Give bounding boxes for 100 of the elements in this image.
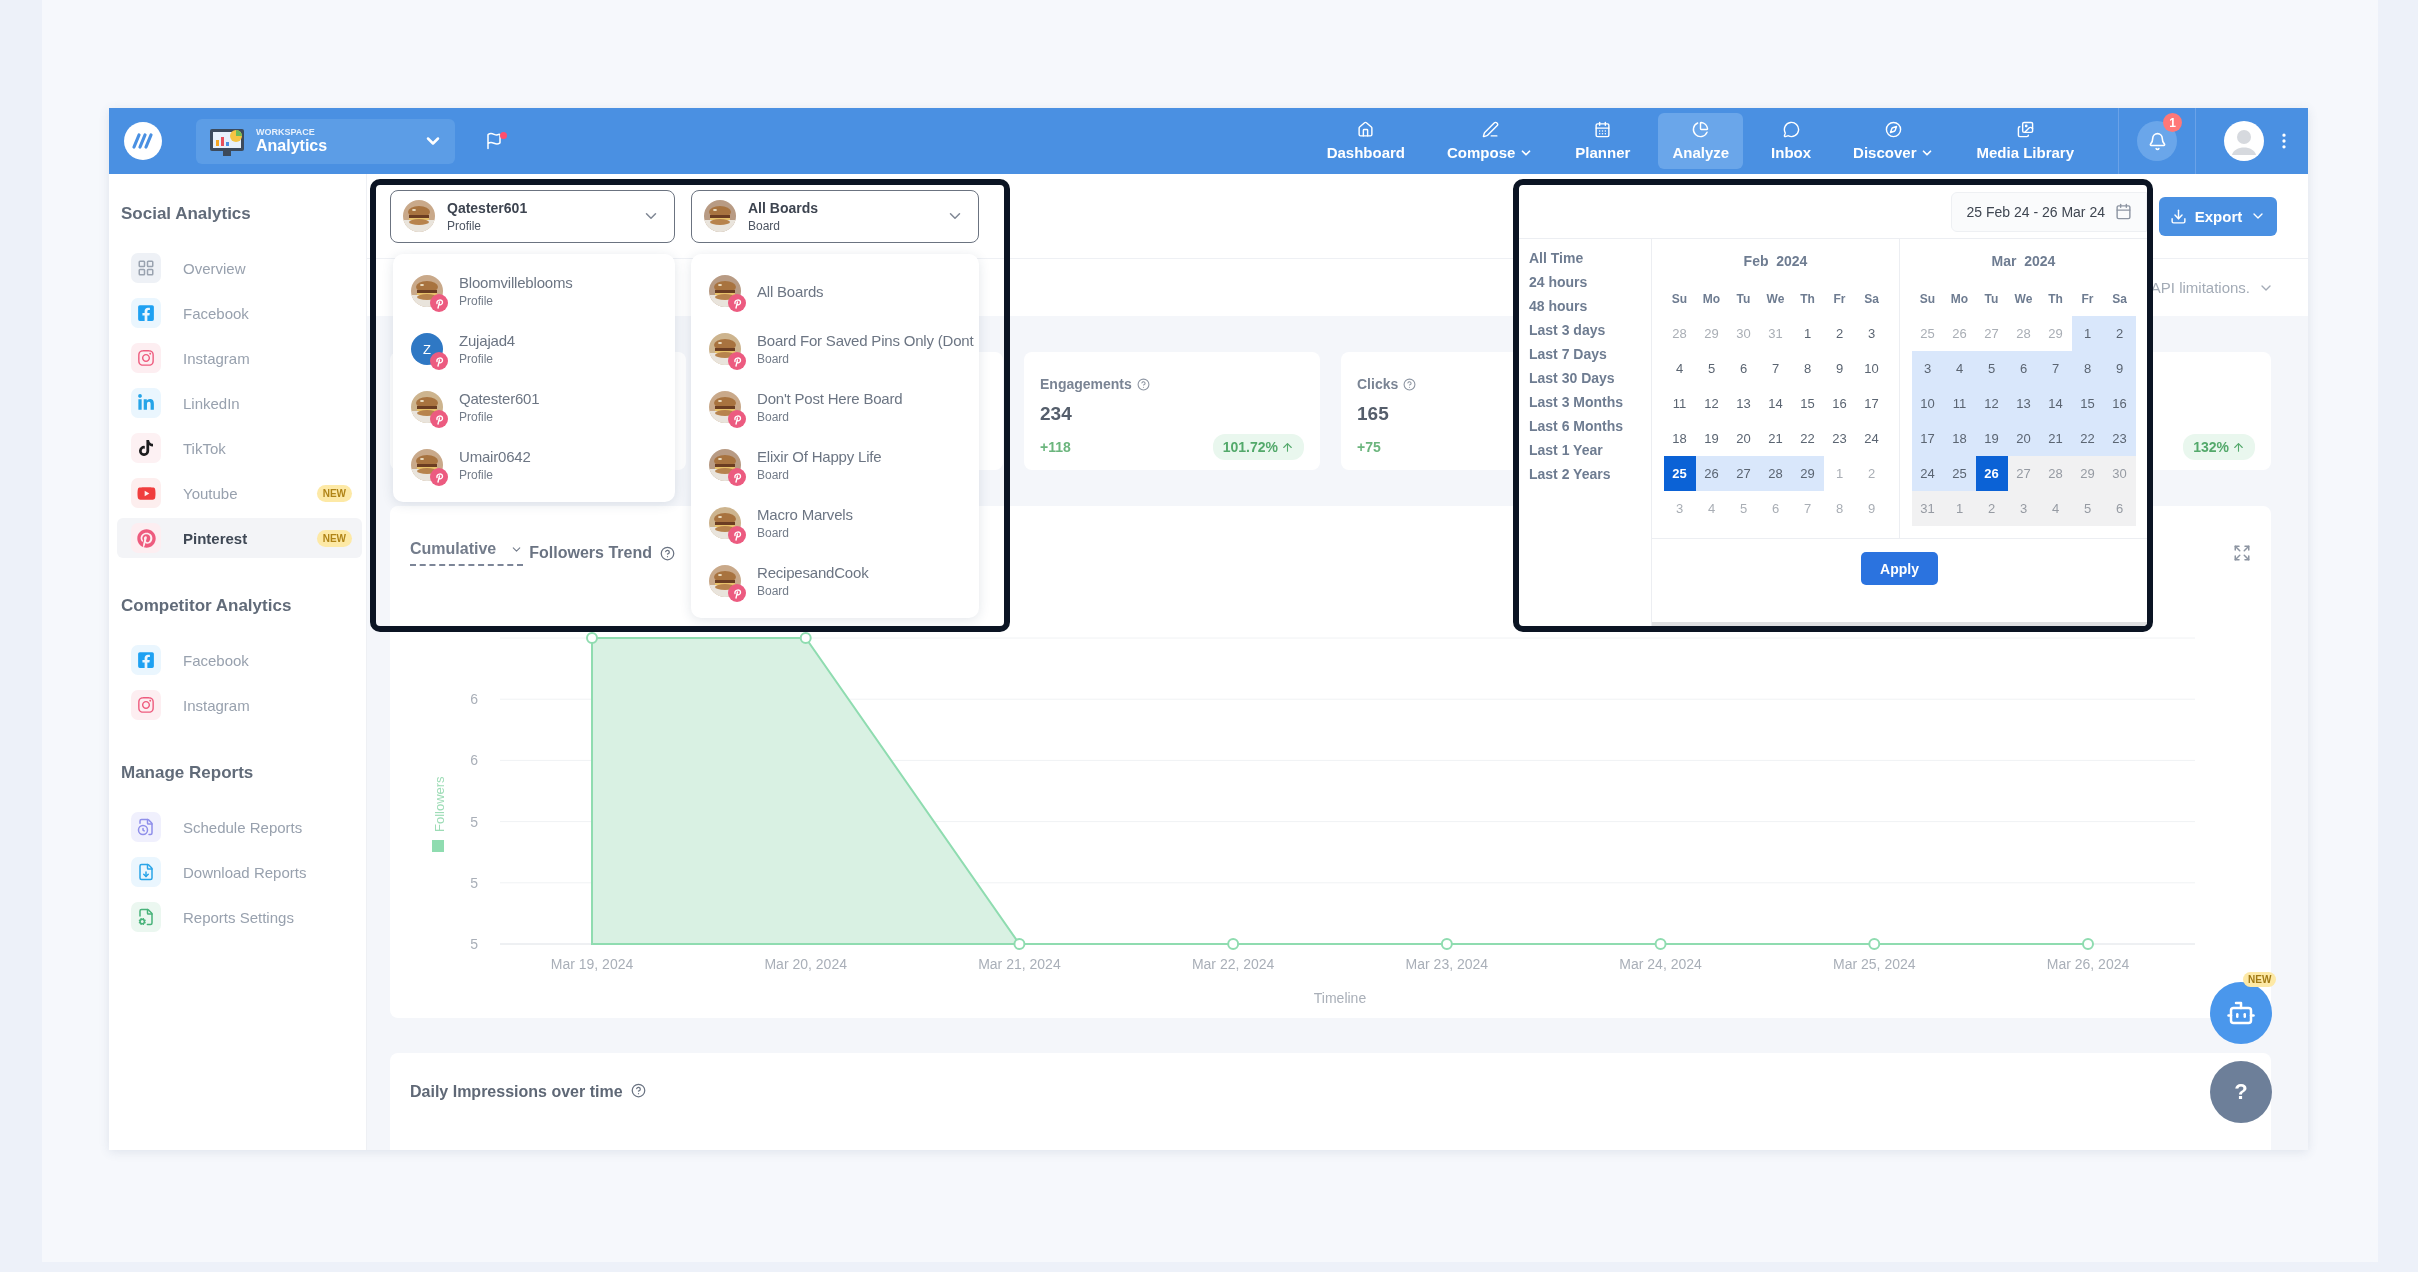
calendar-day[interactable]: 23 bbox=[2103, 421, 2136, 456]
sidebar-item[interactable]: TikTok bbox=[117, 428, 362, 468]
calendar-day[interactable]: 11 bbox=[1663, 386, 1696, 421]
workspace-switcher[interactable]: WORKSPACE Analytics bbox=[196, 118, 455, 164]
help-icon[interactable] bbox=[630, 1083, 646, 1098]
nav-tab[interactable]: Analyze bbox=[1658, 113, 1744, 169]
avatar-icon[interactable] bbox=[2224, 121, 2264, 161]
calendar-day[interactable]: 5 bbox=[2071, 491, 2104, 526]
calendar-day[interactable]: 26 bbox=[1975, 456, 2008, 491]
preset-option[interactable]: All Time bbox=[1529, 249, 1651, 267]
calendar-day[interactable]: 9 bbox=[2103, 351, 2136, 386]
preset-option[interactable]: Last 6 Months bbox=[1529, 417, 1651, 435]
mode-dropdown[interactable]: Cumulative bbox=[410, 540, 524, 566]
menu-item[interactable]: All Boards bbox=[709, 262, 975, 320]
calendar-day[interactable]: 8 bbox=[2071, 351, 2104, 386]
calendar-day[interactable]: 27 bbox=[1727, 456, 1760, 491]
nav-tab[interactable]: Inbox bbox=[1757, 113, 1826, 169]
apply-button[interactable]: Apply bbox=[1861, 552, 1938, 585]
calendar-day[interactable]: 10 bbox=[1911, 386, 1944, 421]
calendar-day[interactable]: 16 bbox=[2103, 386, 2136, 421]
calendar-day[interactable]: 6 bbox=[2103, 491, 2136, 526]
sidebar-item[interactable]: Facebook bbox=[117, 640, 362, 680]
calendar-day[interactable]: 15 bbox=[2071, 386, 2104, 421]
calendar-day[interactable]: 13 bbox=[2007, 386, 2040, 421]
calendar-day[interactable]: 19 bbox=[1695, 421, 1728, 456]
help-icon[interactable] bbox=[1403, 377, 1417, 391]
calendar-day[interactable]: 10 bbox=[1855, 351, 1888, 386]
calendar-day[interactable]: 28 bbox=[2039, 456, 2072, 491]
calendar-day[interactable]: 7 bbox=[1759, 351, 1792, 386]
preset-option[interactable]: Last 30 Days bbox=[1529, 369, 1651, 387]
menu-item[interactable]: Qatester601 Profile bbox=[411, 378, 671, 436]
preset-option[interactable]: Last 2 Years bbox=[1529, 465, 1651, 483]
calendar-day[interactable]: 3 bbox=[1855, 316, 1888, 351]
sidebar-item[interactable]: Pinterest NEW bbox=[117, 518, 362, 558]
calendar-day[interactable]: 17 bbox=[1855, 386, 1888, 421]
calendar-day[interactable]: 28 bbox=[1759, 456, 1792, 491]
calendar-day[interactable]: 5 bbox=[1975, 351, 2008, 386]
calendar-day[interactable]: 15 bbox=[1791, 386, 1824, 421]
menu-item[interactable]: Z Zujajad4 Profile bbox=[411, 320, 671, 378]
calendar-day[interactable]: 2 bbox=[1975, 491, 2008, 526]
calendar-day[interactable]: 5 bbox=[1695, 351, 1728, 386]
sidebar-item[interactable]: Download Reports bbox=[117, 852, 362, 892]
calendar-day[interactable]: 25 bbox=[1943, 456, 1976, 491]
menu-item[interactable]: Bloomvilleblooms Profile bbox=[411, 262, 671, 320]
calendar-day[interactable]: 9 bbox=[1823, 351, 1856, 386]
sidebar-item[interactable]: Reports Settings bbox=[117, 897, 362, 937]
flag-icon[interactable] bbox=[485, 132, 503, 150]
calendar-day[interactable]: 4 bbox=[1943, 351, 1976, 386]
profile-select[interactable]: Qatester601 Profile bbox=[390, 189, 675, 243]
calendar-day[interactable]: 7 bbox=[2039, 351, 2072, 386]
calendar-day[interactable]: 3 bbox=[2007, 491, 2040, 526]
calendar-day[interactable]: 30 bbox=[2103, 456, 2136, 491]
menu-item[interactable]: Umair0642 Profile bbox=[411, 436, 671, 494]
sidebar-item[interactable]: LinkedIn bbox=[117, 383, 362, 423]
calendar-day[interactable]: 21 bbox=[1759, 421, 1792, 456]
calendar-day[interactable]: 19 bbox=[1975, 421, 2008, 456]
sidebar-item[interactable]: Instagram bbox=[117, 685, 362, 725]
calendar-day[interactable]: 24 bbox=[1911, 456, 1944, 491]
calendar-day[interactable]: 20 bbox=[2007, 421, 2040, 456]
preset-option[interactable]: Last 1 Year bbox=[1529, 441, 1651, 459]
preset-option[interactable]: 24 hours bbox=[1529, 273, 1651, 291]
calendar-day[interactable]: 18 bbox=[1663, 421, 1696, 456]
board-select[interactable]: All Boards Board bbox=[691, 189, 979, 243]
calendar-day[interactable]: 18 bbox=[1943, 421, 1976, 456]
menu-item[interactable]: Macro Marvels Board bbox=[709, 494, 975, 552]
nav-tab[interactable]: Dashboard bbox=[1312, 113, 1419, 169]
calendar-day[interactable]: 16 bbox=[1823, 386, 1856, 421]
calendar-day[interactable]: 6 bbox=[1727, 351, 1760, 386]
calendar-day[interactable]: 21 bbox=[2039, 421, 2072, 456]
calendar-day[interactable]: 29 bbox=[2071, 456, 2104, 491]
help-icon[interactable] bbox=[1136, 377, 1150, 391]
preset-option[interactable]: 48 hours bbox=[1529, 297, 1651, 315]
calendar-day[interactable]: 13 bbox=[1727, 386, 1760, 421]
preset-option[interactable]: Last 3 Months bbox=[1529, 393, 1651, 411]
calendar-day[interactable]: 17 bbox=[1911, 421, 1944, 456]
nav-tab[interactable]: Media Library bbox=[1962, 113, 2088, 169]
calendar-day[interactable]: 1 bbox=[1791, 316, 1824, 351]
menu-item[interactable]: Elixir Of Happy Life Board bbox=[709, 436, 975, 494]
nav-tab[interactable]: Planner bbox=[1561, 113, 1645, 169]
sidebar-item[interactable]: Instagram bbox=[117, 338, 362, 378]
menu-item[interactable]: Don't Post Here Board Board bbox=[709, 378, 975, 436]
calendar-day[interactable]: 14 bbox=[2039, 386, 2072, 421]
calendar-day[interactable]: 2 bbox=[1823, 316, 1856, 351]
calendar-day[interactable]: 1 bbox=[2071, 316, 2104, 351]
calendar-day[interactable]: 27 bbox=[2007, 456, 2040, 491]
calendar-day[interactable]: 14 bbox=[1759, 386, 1792, 421]
calendar-day[interactable]: 22 bbox=[1791, 421, 1824, 456]
expand-icon[interactable] bbox=[2233, 544, 2251, 562]
calendar-day[interactable]: 26 bbox=[1695, 456, 1728, 491]
calendar-day[interactable]: 25 bbox=[1663, 456, 1696, 491]
calendar-day[interactable]: 12 bbox=[1975, 386, 2008, 421]
calendar-day[interactable]: 12 bbox=[1695, 386, 1728, 421]
calendar-day[interactable]: 22 bbox=[2071, 421, 2104, 456]
nav-tab[interactable]: Discover bbox=[1839, 113, 1949, 169]
calendar-day[interactable]: 6 bbox=[2007, 351, 2040, 386]
calendar-day[interactable]: 31 bbox=[1911, 491, 1944, 526]
calendar-day[interactable]: 20 bbox=[1727, 421, 1760, 456]
calendar-day[interactable]: 3 bbox=[1911, 351, 1944, 386]
calendar-day[interactable]: 23 bbox=[1823, 421, 1856, 456]
sidebar-item[interactable]: Overview bbox=[117, 248, 362, 288]
